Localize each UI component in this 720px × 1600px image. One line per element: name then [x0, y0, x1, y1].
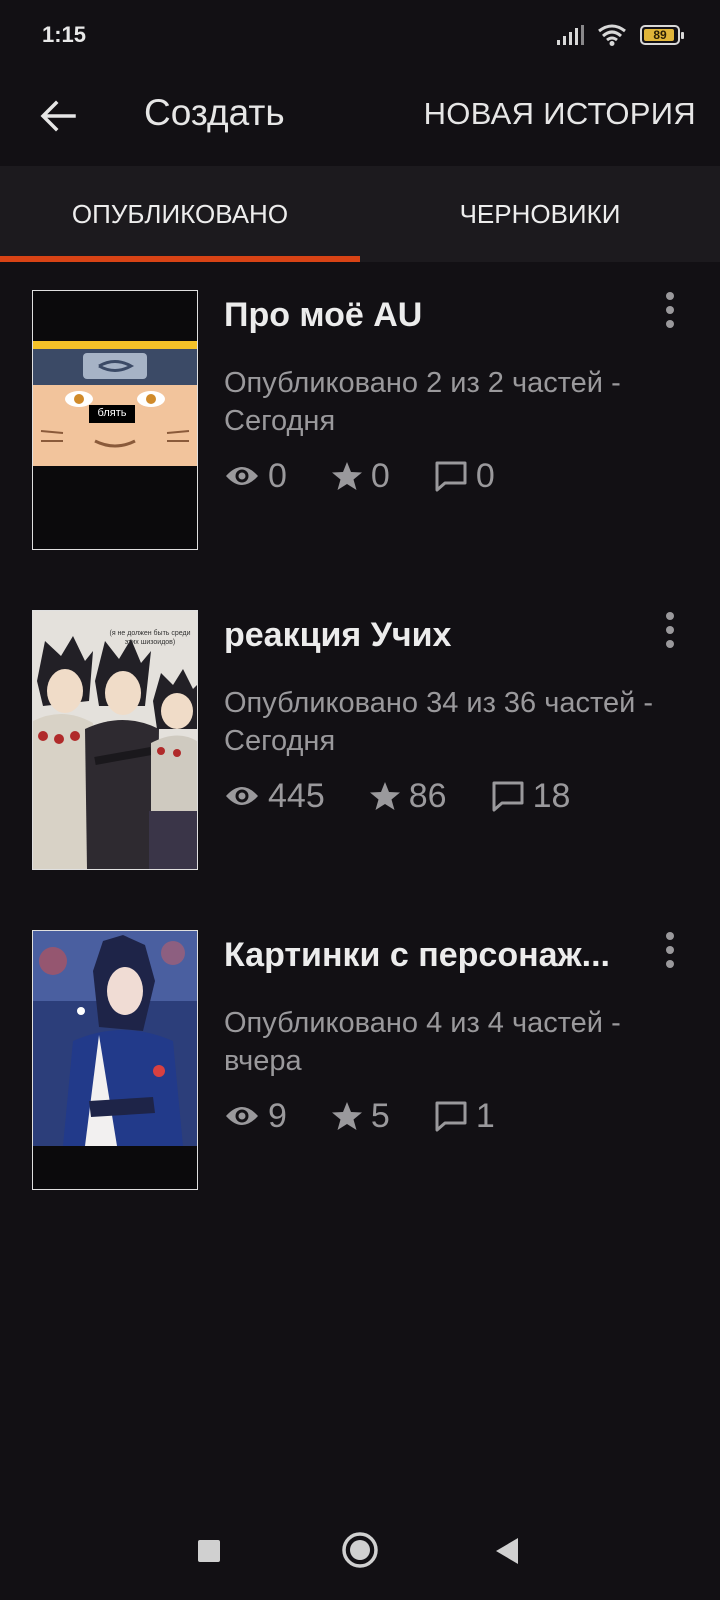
status-icons: 89 [556, 20, 684, 50]
story-item[interactable]: Картинки с персонаж... Опубликовано 4 из… [0, 930, 720, 1192]
tab-indicator [0, 256, 360, 262]
system-nav-bar [0, 1500, 720, 1600]
eye-icon [226, 1107, 258, 1125]
tab-bar: ОПУБЛИКОВАНО ЧЕРНОВИКИ [0, 166, 720, 262]
more-options-button[interactable] [660, 290, 680, 330]
comments-count: 1 [475, 1096, 495, 1135]
status-time: 1:15 [42, 22, 87, 47]
votes-count: 5 [370, 1096, 390, 1135]
cover-caption: блять [97, 407, 127, 419]
comments-count: 0 [475, 456, 495, 495]
tab-drafts[interactable]: ЧЕРНОВИКИ [360, 166, 720, 262]
more-options-button[interactable] [660, 930, 680, 970]
story-title[interactable]: реакция Учих [224, 616, 634, 655]
star-icon [369, 782, 400, 810]
votes-count: 86 [408, 776, 447, 815]
star-icon [331, 1102, 362, 1130]
back-button[interactable] [30, 88, 86, 144]
battery-icon: 89 [640, 25, 684, 45]
comment-icon [435, 1101, 467, 1132]
comment-icon [435, 461, 467, 492]
cover-image [33, 931, 197, 1189]
back-triangle-icon[interactable] [494, 1536, 520, 1566]
page-title: Создать [144, 92, 285, 133]
story-item[interactable]: (я не должен быть среди этих шизоидов) р… [0, 610, 720, 872]
battery-level: 89 [653, 28, 667, 42]
votes-stat: 5 [331, 1097, 390, 1136]
story-meta: Опубликовано 4 из 4 частей - вчера [224, 1007, 621, 1077]
views-stat: 9 [224, 1097, 287, 1136]
story-item[interactable]: блять Про моё AU Опубликовано 2 из 2 час… [0, 290, 720, 552]
tab-published[interactable]: ОПУБЛИКОВАНО [0, 166, 360, 262]
eye-icon [226, 467, 258, 485]
cover-caption: (я не должен быть среди этих шизоидов) [109, 630, 191, 646]
comment-icon [492, 781, 524, 812]
status-bar: 1:15 89 [0, 0, 720, 70]
views-count: 445 [268, 776, 325, 815]
home-circle-icon[interactable] [340, 1530, 380, 1570]
votes-count: 0 [370, 456, 390, 495]
comments-stat: 0 [434, 457, 495, 496]
story-title[interactable]: Про моё AU [224, 296, 634, 335]
comments-count: 18 [532, 776, 571, 815]
story-cover[interactable]: блять [32, 290, 198, 550]
more-options-button[interactable] [660, 610, 680, 650]
comments-stat: 1 [434, 1097, 495, 1136]
story-meta: Опубликовано 2 из 2 частей - Сегодня [224, 367, 621, 437]
story-title[interactable]: Картинки с персонаж... [224, 936, 634, 975]
eye-icon [226, 787, 258, 805]
signal-icon [557, 25, 584, 45]
app-bar: Создать НОВАЯ ИСТОРИЯ [0, 70, 720, 166]
views-count: 9 [268, 1096, 287, 1135]
votes-stat: 86 [369, 777, 447, 816]
votes-stat: 0 [331, 457, 390, 496]
story-cover[interactable]: (я не должен быть среди этих шизоидов) [32, 610, 198, 870]
wifi-icon [598, 24, 626, 46]
views-stat: 445 [224, 777, 325, 816]
story-stats: 0 0 0 [224, 456, 539, 496]
story-stats: 445 86 18 [224, 776, 614, 816]
story-meta: Опубликовано 34 из 36 частей - Сегодня [224, 687, 653, 757]
arrow-left-icon [40, 100, 76, 132]
views-stat: 0 [224, 457, 287, 496]
star-icon [331, 462, 362, 490]
views-count: 0 [268, 456, 287, 495]
cover-image [33, 611, 197, 869]
comments-stat: 18 [491, 776, 571, 816]
recents-square-icon[interactable] [196, 1538, 222, 1564]
cover-image [33, 341, 197, 466]
story-stats: 9 5 1 [224, 1096, 539, 1136]
new-story-button[interactable]: НОВАЯ ИСТОРИЯ [424, 96, 696, 132]
story-cover[interactable] [32, 930, 198, 1190]
